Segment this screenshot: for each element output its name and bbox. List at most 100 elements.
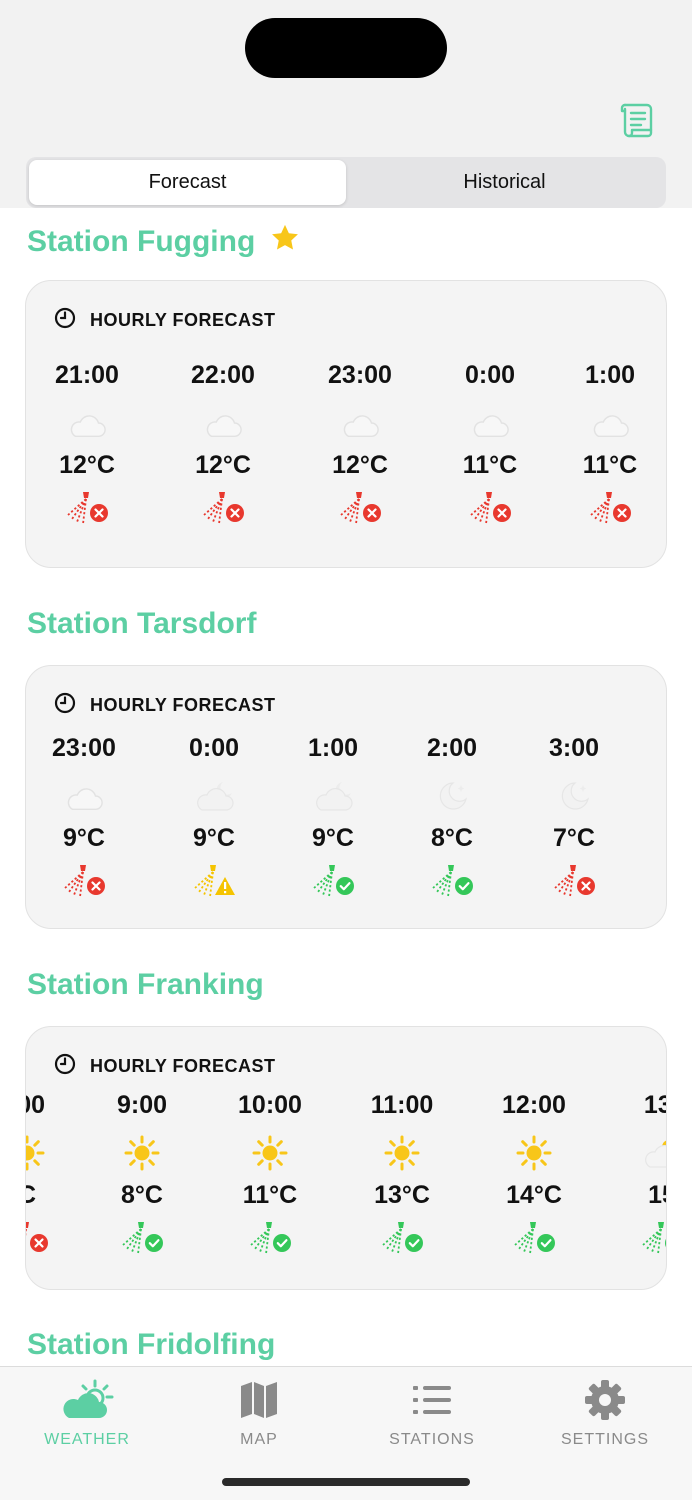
forecast-historical-switch: Forecast Historical xyxy=(26,157,666,208)
sun-icon xyxy=(124,1133,160,1173)
notes-button[interactable] xyxy=(614,100,660,144)
hour-time: :00 xyxy=(26,1091,46,1119)
hour-time: 1:00 xyxy=(307,734,359,762)
cloud-icon xyxy=(67,403,107,443)
hour-temperature: 12°C xyxy=(59,451,115,479)
hour-temperature: 11°C xyxy=(462,451,518,479)
spray-status-bad-icon xyxy=(26,1221,52,1257)
hour-temperature: 9°C xyxy=(63,824,105,852)
cloud-moon-icon xyxy=(193,776,235,816)
clock-icon xyxy=(54,1053,76,1080)
hour-item: 2:00 8°C xyxy=(392,732,512,900)
card-header-label: HOURLY FORECAST xyxy=(90,695,276,715)
cloud-icon xyxy=(470,403,510,443)
spray-status-good-icon xyxy=(427,864,477,900)
hour-temperature: C xyxy=(26,1179,36,1211)
hour-item: :00 C xyxy=(26,1089,87,1257)
hour-item: 3:00 7°C xyxy=(514,732,634,900)
tab-map[interactable]: MAP xyxy=(184,1377,334,1449)
segment-historical[interactable]: Historical xyxy=(346,160,663,205)
card-header: HOURLY FORECAST xyxy=(54,307,276,334)
hour-item: 11:00 13°C xyxy=(342,1089,462,1257)
hourly-forecast-card[interactable]: HOURLY FORECAST 23:00 9°C 0:00 9°C 1:00 … xyxy=(25,665,667,929)
hour-item: 1:00 9°C xyxy=(273,732,393,900)
spray-status-bad-icon xyxy=(549,864,599,900)
hour-temperature: 7°C xyxy=(553,824,595,852)
stations-scroll-list[interactable]: Station Fugging HOURLY FORECAST 21:00 12… xyxy=(0,208,692,1366)
moon-icon xyxy=(434,776,470,816)
hour-item: 22:00 12°C xyxy=(163,359,283,527)
hour-time: 0:00 xyxy=(188,734,240,762)
sun-icon xyxy=(26,1133,45,1173)
favorite-star-icon[interactable] xyxy=(269,222,301,262)
dynamic-island xyxy=(245,18,447,78)
moon-icon xyxy=(556,776,592,816)
spray-status-bad-icon xyxy=(62,491,112,527)
station-name: Station Fugging xyxy=(27,225,256,258)
tab-label: MAP xyxy=(240,1431,278,1448)
map-icon xyxy=(239,1377,279,1423)
hour-time: 1:00 xyxy=(584,361,636,389)
hour-time: 23:00 xyxy=(328,361,392,389)
station-name: Station Franking xyxy=(27,968,264,1001)
hour-temperature: 12°C xyxy=(332,451,388,479)
hour-time: 11:00 xyxy=(370,1091,434,1119)
station-title[interactable]: Station Franking xyxy=(27,968,264,1002)
sun-icon xyxy=(516,1133,552,1173)
hour-temperature: 13°C xyxy=(374,1181,430,1209)
tab-label: SETTINGS xyxy=(560,1431,649,1448)
hour-temperature: 15 xyxy=(648,1181,666,1209)
hour-item: 0:00 11°C xyxy=(430,359,550,527)
tab-stations[interactable]: STATIONS xyxy=(357,1377,507,1449)
hour-item: 23:00 12°C xyxy=(300,359,420,527)
hour-time: 2:00 xyxy=(426,734,478,762)
home-indicator[interactable] xyxy=(222,1478,470,1486)
station-title[interactable]: Station Fugging xyxy=(27,222,301,262)
hour-time: 12:00 xyxy=(502,1091,566,1119)
cloud-sun-icon xyxy=(641,1133,666,1173)
spray-status-bad-icon xyxy=(198,491,248,527)
spray-status-good-icon xyxy=(377,1221,427,1257)
hour-temperature: 8°C xyxy=(431,824,473,852)
hour-time: 9:00 xyxy=(116,1091,168,1119)
station-title[interactable]: Station Tarsdorf xyxy=(27,607,256,641)
hour-time: 10:00 xyxy=(238,1091,302,1119)
cloud-sun-icon xyxy=(57,1377,117,1423)
hourly-forecast-card[interactable]: HOURLY FORECAST :00 C 9:00 8°C 10:00 11°… xyxy=(25,1026,667,1290)
cloud-icon xyxy=(590,403,630,443)
sun-icon xyxy=(384,1133,420,1173)
card-header-label: HOURLY FORECAST xyxy=(90,1056,276,1076)
hour-item: 23:00 9°C xyxy=(26,732,144,900)
scroll-document-icon xyxy=(617,100,657,145)
spray-status-good-icon xyxy=(117,1221,167,1257)
hour-time: 21:00 xyxy=(55,361,119,389)
spray-status-bad-icon xyxy=(585,491,635,527)
hour-item: 10:00 11°C xyxy=(210,1089,330,1257)
hour-temperature: 11°C xyxy=(582,451,638,479)
hour-item: 21:00 12°C xyxy=(27,359,147,527)
list-icon xyxy=(411,1377,453,1423)
hourly-forecast-card[interactable]: HOURLY FORECAST 21:00 12°C 22:00 12°C 23… xyxy=(25,280,667,568)
station-title[interactable]: Station Fridolfing xyxy=(27,1328,275,1362)
tab-settings[interactable]: SETTINGS xyxy=(530,1377,680,1449)
spray-status-bad-icon xyxy=(335,491,385,527)
spray-status-good-icon xyxy=(245,1221,295,1257)
hour-temperature: 9°C xyxy=(193,824,235,852)
hour-time: 22:00 xyxy=(191,361,255,389)
segment-forecast[interactable]: Forecast xyxy=(29,160,346,205)
cloud-icon xyxy=(64,776,104,816)
station-name: Station Tarsdorf xyxy=(27,607,257,640)
spray-status-bad-icon xyxy=(465,491,515,527)
hour-time: 0:00 xyxy=(464,361,516,389)
hour-temperature: 8°C xyxy=(121,1181,163,1209)
cloud-icon xyxy=(340,403,380,443)
tab-weather[interactable]: WEATHER xyxy=(12,1377,162,1449)
tab-label: WEATHER xyxy=(44,1431,130,1448)
hour-item: 0:00 9°C xyxy=(154,732,274,900)
hour-temperature: 9°C xyxy=(312,824,354,852)
clock-icon xyxy=(54,692,76,719)
spray-status-warning-icon xyxy=(189,864,239,900)
hour-item: 9:00 8°C xyxy=(82,1089,202,1257)
sun-icon xyxy=(252,1133,288,1173)
hour-item: 13: 15 xyxy=(602,1089,666,1257)
